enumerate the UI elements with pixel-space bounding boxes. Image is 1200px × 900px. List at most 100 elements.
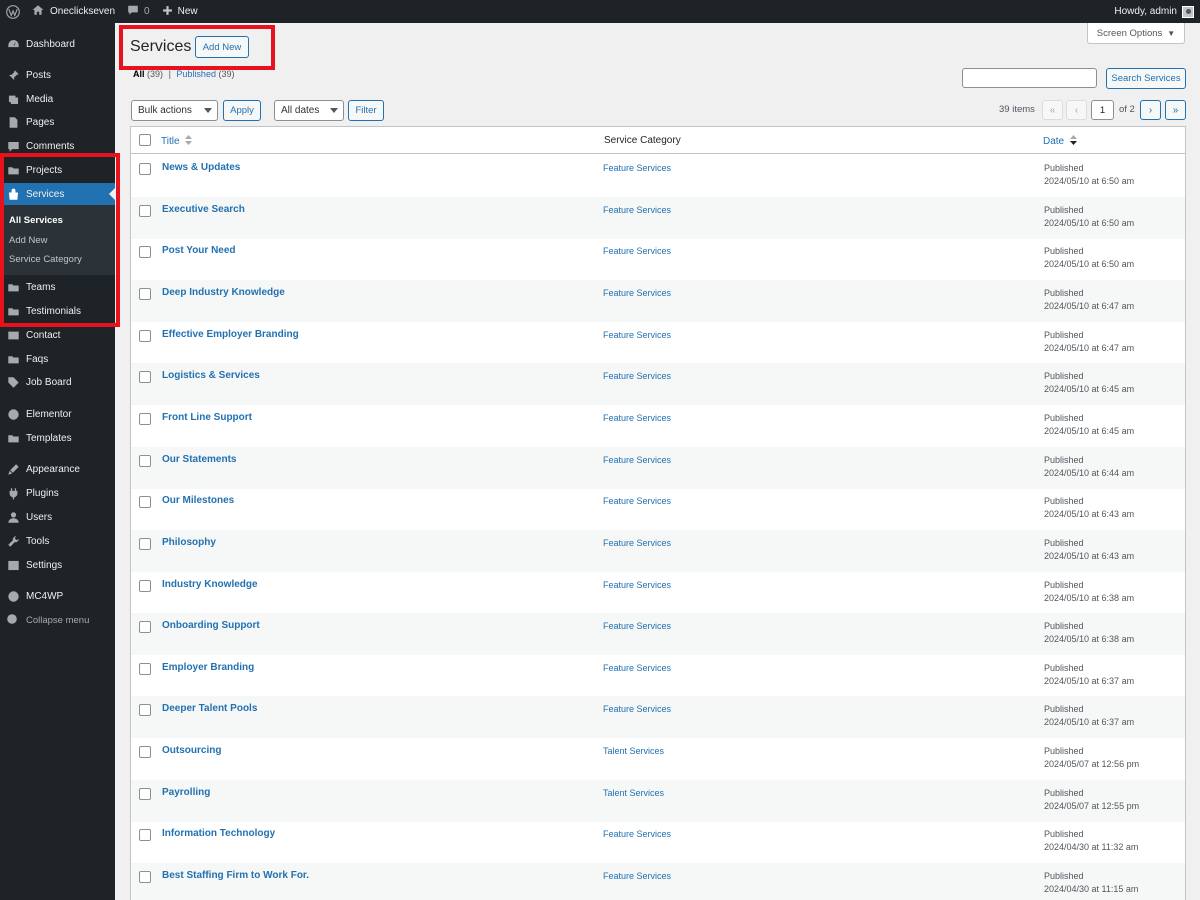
row-checkbox[interactable] bbox=[139, 871, 151, 884]
sidebar-item-faqs[interactable]: Faqs bbox=[0, 348, 115, 370]
submenu-all-services[interactable]: All Services bbox=[9, 215, 63, 226]
sidebar-item-dashboard[interactable]: Dashboard bbox=[0, 33, 115, 55]
row-category-link[interactable]: Feature Services bbox=[603, 163, 671, 173]
submenu-add-new[interactable]: Add New bbox=[9, 235, 48, 246]
select-all-checkbox[interactable] bbox=[139, 134, 151, 146]
site-name-link[interactable]: Oneclickseven bbox=[26, 0, 121, 23]
row-checkbox[interactable] bbox=[139, 496, 151, 509]
row-category-link[interactable]: Feature Services bbox=[603, 538, 671, 548]
sidebar-item-projects[interactable]: Projects bbox=[0, 159, 115, 181]
row-title-link[interactable]: Deeper Talent Pools bbox=[162, 703, 257, 714]
row-category-link[interactable]: Feature Services bbox=[603, 413, 671, 423]
account-menu[interactable]: Howdy, admin bbox=[1114, 5, 1200, 18]
row-title-link[interactable]: Front Line Support bbox=[162, 412, 252, 423]
row-title-link[interactable]: News & Updates bbox=[162, 162, 240, 173]
sidebar-item-services[interactable]: Services bbox=[0, 183, 115, 205]
sidebar-item-teams[interactable]: Teams bbox=[0, 276, 115, 298]
last-page-button[interactable]: » bbox=[1165, 100, 1186, 120]
sidebar-item-elementor[interactable]: Elementor bbox=[0, 403, 115, 425]
row-title-link[interactable]: Philosophy bbox=[162, 537, 216, 548]
row-title-link[interactable]: Executive Search bbox=[162, 204, 245, 215]
row-category-link[interactable]: Feature Services bbox=[603, 621, 671, 631]
sidebar-item-comments[interactable]: Comments bbox=[0, 135, 115, 157]
row-category-link[interactable]: Talent Services bbox=[603, 746, 664, 756]
sidebar-item-pages[interactable]: Pages bbox=[0, 111, 115, 133]
current-page-input[interactable]: 1 bbox=[1091, 100, 1114, 120]
row-checkbox[interactable] bbox=[139, 329, 151, 342]
row-checkbox[interactable] bbox=[139, 287, 151, 300]
row-title-link[interactable]: Post Your Need bbox=[162, 245, 236, 256]
submenu-service-category[interactable]: Service Category bbox=[9, 254, 82, 265]
row-category-link[interactable]: Feature Services bbox=[603, 829, 671, 839]
sidebar-item-settings[interactable]: Settings bbox=[0, 554, 115, 576]
filter-published[interactable]: Published bbox=[176, 69, 216, 79]
sidebar-item-users[interactable]: Users bbox=[0, 506, 115, 528]
row-checkbox[interactable] bbox=[139, 537, 151, 550]
row-title-link[interactable]: Industry Knowledge bbox=[162, 579, 258, 590]
comments-link[interactable]: 0 bbox=[121, 0, 156, 23]
row-checkbox[interactable] bbox=[139, 829, 151, 842]
row-checkbox[interactable] bbox=[139, 412, 151, 425]
row-title-link[interactable]: Onboarding Support bbox=[162, 620, 260, 631]
row-category-link[interactable]: Feature Services bbox=[603, 246, 671, 256]
sidebar-item-tools[interactable]: Tools bbox=[0, 530, 115, 552]
sidebar-item-contact[interactable]: Contact bbox=[0, 324, 115, 346]
row-title-link[interactable]: Our Milestones bbox=[162, 495, 234, 506]
row-title-link[interactable]: Our Statements bbox=[162, 454, 236, 465]
row-title-link[interactable]: Outsourcing bbox=[162, 745, 221, 756]
row-category-link[interactable]: Feature Services bbox=[603, 580, 671, 590]
sidebar-item-testimonials[interactable]: Testimonials bbox=[0, 300, 115, 322]
column-title[interactable]: Title bbox=[161, 135, 193, 148]
row-checkbox[interactable] bbox=[139, 746, 151, 759]
new-content-link[interactable]: New bbox=[156, 0, 204, 23]
row-checkbox[interactable] bbox=[139, 787, 151, 800]
screen-options-button[interactable]: Screen Options ▼ bbox=[1087, 23, 1185, 44]
row-title-link[interactable]: Payrolling bbox=[162, 787, 210, 798]
row-checkbox[interactable] bbox=[139, 454, 151, 467]
next-page-button[interactable]: › bbox=[1140, 100, 1161, 120]
row-category-link[interactable]: Feature Services bbox=[603, 205, 671, 215]
search-input[interactable] bbox=[962, 68, 1097, 88]
row-category-link[interactable]: Feature Services bbox=[603, 288, 671, 298]
row-title-link[interactable]: Information Technology bbox=[162, 828, 275, 839]
dates-select[interactable]: All dates bbox=[274, 100, 344, 121]
row-title-link[interactable]: Deep Industry Knowledge bbox=[162, 287, 285, 298]
row-category-link[interactable]: Feature Services bbox=[603, 330, 671, 340]
row-category-link[interactable]: Feature Services bbox=[603, 455, 671, 465]
column-date[interactable]: Date bbox=[1043, 135, 1077, 148]
row-date: 2024/05/10 at 6:45 am bbox=[1044, 425, 1135, 436]
row-category-link[interactable]: Feature Services bbox=[603, 704, 671, 714]
sidebar-item-appearance[interactable]: Appearance bbox=[0, 458, 115, 480]
filter-all[interactable]: All bbox=[133, 69, 145, 79]
row-category-link[interactable]: Feature Services bbox=[603, 371, 671, 381]
row-title-link[interactable]: Logistics & Services bbox=[162, 370, 260, 381]
sidebar-item-mc4wp[interactable]: MC4WP bbox=[0, 585, 115, 607]
bulk-actions-select[interactable]: Bulk actions bbox=[131, 100, 218, 121]
sidebar-item-media[interactable]: Media bbox=[0, 88, 115, 110]
row-checkbox[interactable] bbox=[139, 662, 151, 675]
row-checkbox[interactable] bbox=[139, 579, 151, 592]
row-title-link[interactable]: Effective Employer Branding bbox=[162, 329, 299, 340]
row-checkbox[interactable] bbox=[139, 204, 151, 217]
row-title-link[interactable]: Employer Branding bbox=[162, 662, 254, 673]
row-category-link[interactable]: Feature Services bbox=[603, 496, 671, 506]
sidebar-item-plugins[interactable]: Plugins bbox=[0, 482, 115, 504]
add-new-button[interactable]: Add New bbox=[195, 36, 249, 58]
row-checkbox[interactable] bbox=[139, 163, 151, 175]
row-checkbox[interactable] bbox=[139, 621, 151, 634]
search-services-button[interactable]: Search Services bbox=[1106, 68, 1186, 89]
apply-button[interactable]: Apply bbox=[223, 100, 261, 121]
collapse-menu-button[interactable]: Collapse menu bbox=[6, 613, 89, 628]
sidebar-item-posts[interactable]: Posts bbox=[0, 64, 115, 86]
row-checkbox[interactable] bbox=[139, 371, 151, 384]
sidebar-item-templates[interactable]: Templates bbox=[0, 427, 115, 449]
wordpress-logo-icon[interactable] bbox=[0, 0, 26, 23]
row-checkbox[interactable] bbox=[139, 704, 151, 717]
row-title-link[interactable]: Best Staffing Firm to Work For. bbox=[162, 870, 309, 881]
row-category-link[interactable]: Talent Services bbox=[603, 788, 664, 798]
sidebar-item-job-board[interactable]: Job Board bbox=[0, 371, 115, 393]
filter-button[interactable]: Filter bbox=[348, 100, 384, 121]
row-category-link[interactable]: Feature Services bbox=[603, 871, 671, 881]
row-checkbox[interactable] bbox=[139, 246, 151, 259]
row-category-link[interactable]: Feature Services bbox=[603, 663, 671, 673]
